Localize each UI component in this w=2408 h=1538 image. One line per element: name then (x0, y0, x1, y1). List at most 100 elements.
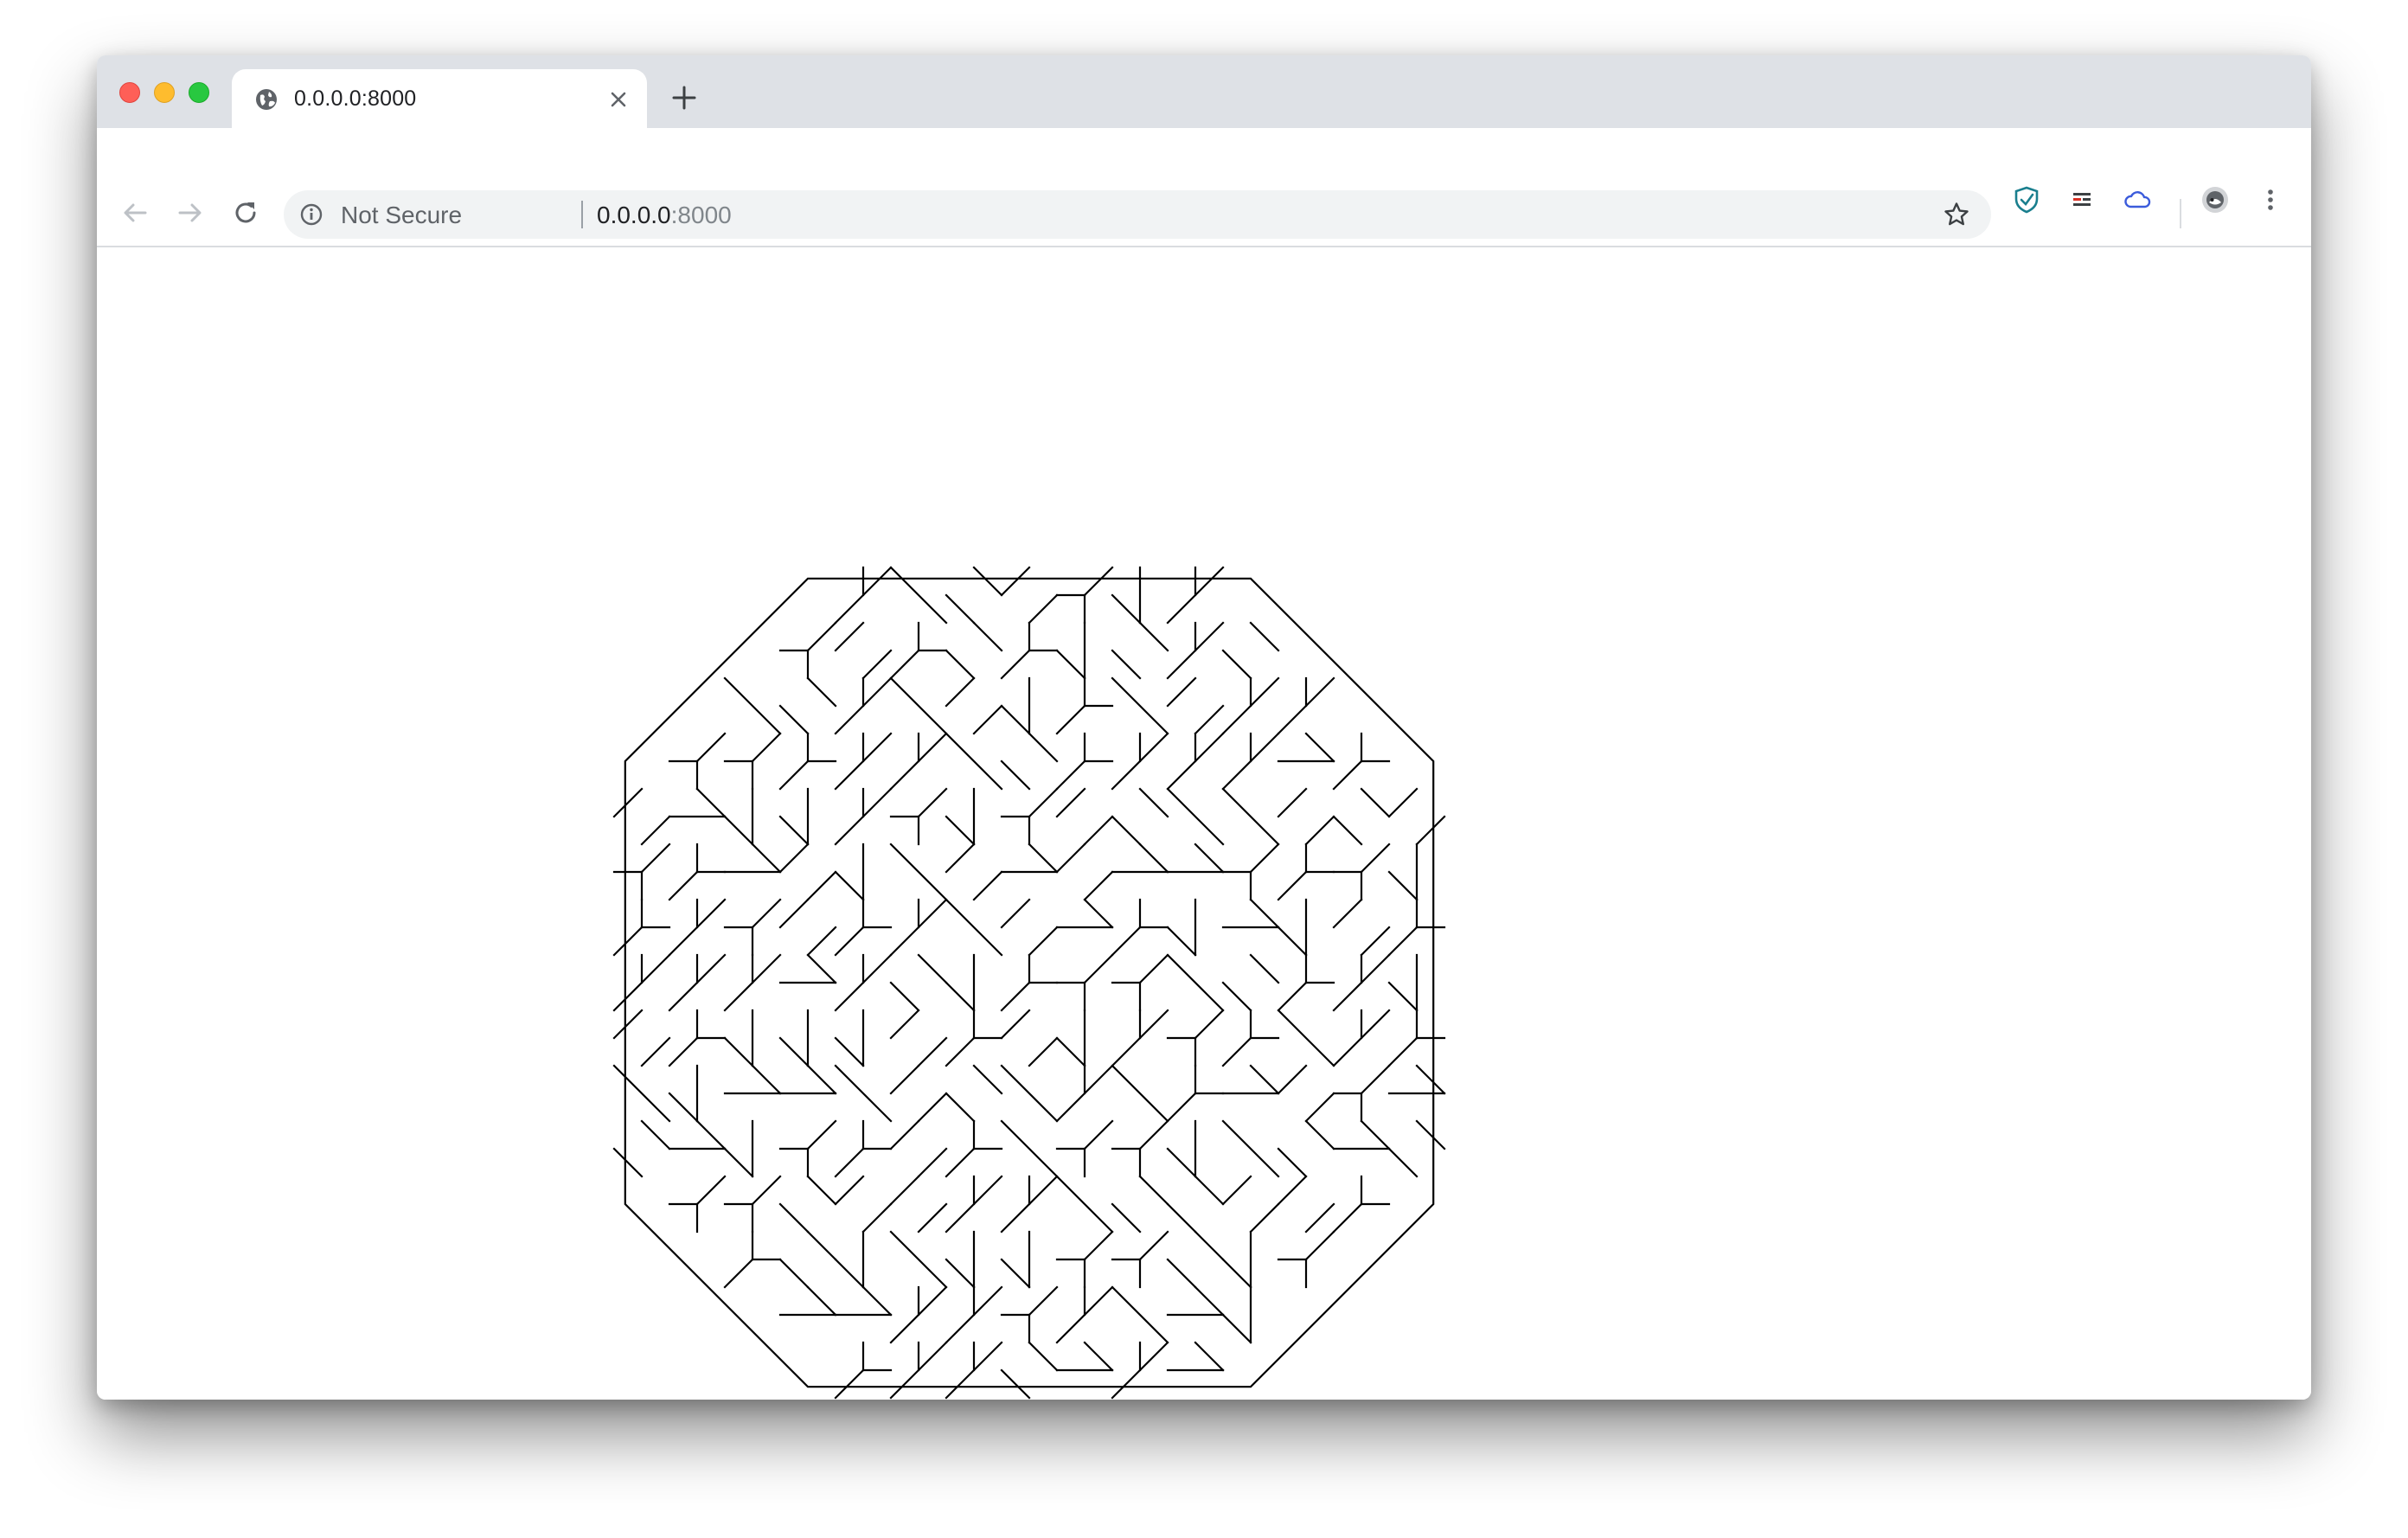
maze-segment (834, 870, 865, 901)
maze-segment (1138, 787, 1169, 818)
kebab-menu-icon[interactable] (2256, 185, 2285, 215)
close-window-button[interactable] (119, 82, 140, 103)
star-icon[interactable] (1943, 201, 1970, 228)
maze-segment (1055, 1175, 1114, 1234)
maze-segment (806, 926, 837, 957)
maze-segment (834, 1368, 865, 1400)
maze-segment (1221, 787, 1280, 846)
maze-segment (1166, 953, 1225, 1012)
minimize-window-button[interactable] (154, 82, 175, 103)
maze-segment (1387, 870, 1419, 901)
maze-segment (1249, 843, 1280, 874)
maze-segment (1277, 926, 1308, 957)
maze-segment (889, 649, 920, 680)
maze-segment (695, 732, 727, 763)
maze-segment (806, 953, 837, 984)
address-bar[interactable]: Not Secure 0.0.0.0:8000 (284, 190, 1991, 239)
maze-segment (1249, 1202, 1280, 1234)
maze-segment (1055, 759, 1086, 791)
maze-segment (1000, 898, 1031, 929)
maze-segment (1055, 787, 1086, 818)
maze-segment (1304, 1119, 1335, 1150)
maze-segment (1083, 870, 1114, 901)
info-icon[interactable] (299, 202, 323, 227)
maze-segment (1000, 1064, 1059, 1123)
close-tab-icon[interactable] (609, 90, 628, 109)
maze-segment (834, 1064, 893, 1123)
maze-segment (806, 1064, 837, 1095)
maze-segment (1055, 649, 1086, 680)
reload-icon[interactable] (230, 197, 261, 228)
maze-segment (695, 1175, 727, 1206)
maze-segment (1138, 1230, 1169, 1261)
maze-segment (1304, 1230, 1335, 1261)
maze-segment (945, 676, 976, 708)
browser-tab[interactable]: 0.0.0.0:8000 (232, 69, 647, 128)
maze-segment (1111, 649, 1142, 680)
maze-segment (1415, 1064, 1446, 1095)
maze-segment (806, 1285, 837, 1317)
maze-segment (806, 676, 837, 708)
url-port: :8000 (670, 202, 732, 228)
back-arrow-icon[interactable] (119, 197, 150, 228)
forward-arrow-icon[interactable] (175, 197, 206, 228)
maze-segment (778, 704, 810, 735)
maze-segment (1138, 843, 1169, 874)
maze-segment (1111, 1064, 1169, 1123)
maze-segment (834, 1147, 865, 1178)
maze-segment (612, 787, 644, 818)
security-label[interactable]: Not Secure (341, 202, 462, 229)
maze-pattern (612, 566, 1446, 1400)
maze-segment (1111, 1285, 1169, 1344)
maze-segment (1221, 649, 1252, 680)
maze-segment (723, 1147, 754, 1178)
tab-strip: 0.0.0.0:8000 (97, 55, 2311, 128)
maze-lines (612, 566, 1446, 1400)
maze-segment (889, 1230, 948, 1289)
maze-segment (1111, 593, 1142, 625)
flag-extension-icon[interactable] (2067, 185, 2097, 215)
maze-segment (889, 1009, 920, 1040)
maze-segment (778, 1036, 810, 1067)
maze-segment (972, 870, 1003, 901)
maze-segment (1166, 926, 1197, 957)
url-text[interactable]: 0.0.0.0:8000 (597, 202, 732, 229)
shield-extension-icon[interactable] (2012, 185, 2041, 215)
maze-segment (889, 1064, 920, 1095)
maze-segment (1415, 1119, 1446, 1150)
maze-segment (1028, 926, 1059, 957)
omnibox-divider (581, 201, 583, 228)
tab-title: 0.0.0.0:8000 (294, 87, 417, 111)
toolbar-divider (2180, 199, 2181, 228)
maze-segment (806, 1175, 837, 1206)
maze-segment (778, 843, 810, 874)
maze-segment (1304, 815, 1335, 846)
maze-segment (1332, 759, 1363, 791)
maze-segment (1277, 1147, 1308, 1178)
profile-avatar-icon[interactable] (2200, 185, 2230, 215)
url-host: 0.0.0.0 (597, 202, 671, 228)
maze-segment (917, 1202, 948, 1234)
maze-segment (889, 676, 948, 735)
maze-segment (889, 981, 920, 1012)
cloud-extension-icon[interactable] (2123, 185, 2152, 215)
maze-segment (1249, 953, 1280, 984)
maze-segment (1387, 1147, 1419, 1178)
maze-segment (1083, 815, 1114, 846)
new-tab-icon[interactable] (671, 85, 697, 111)
maze-segment (1387, 926, 1419, 957)
maze-segment (1332, 815, 1363, 846)
maze-segment (861, 649, 893, 680)
maze-segment (834, 1175, 865, 1206)
maze-segment (612, 926, 644, 957)
maze-segment (1277, 870, 1308, 901)
maze-segment (1000, 704, 1031, 735)
maze-segment (945, 649, 976, 680)
maze-segment (1194, 1341, 1225, 1372)
maximize-window-button[interactable] (189, 82, 209, 103)
maze-segment (917, 1092, 948, 1123)
maze-segment (861, 1202, 893, 1234)
maze-segment (1194, 1230, 1225, 1261)
maze-segment (1138, 953, 1169, 984)
maze-segment (945, 1258, 976, 1289)
